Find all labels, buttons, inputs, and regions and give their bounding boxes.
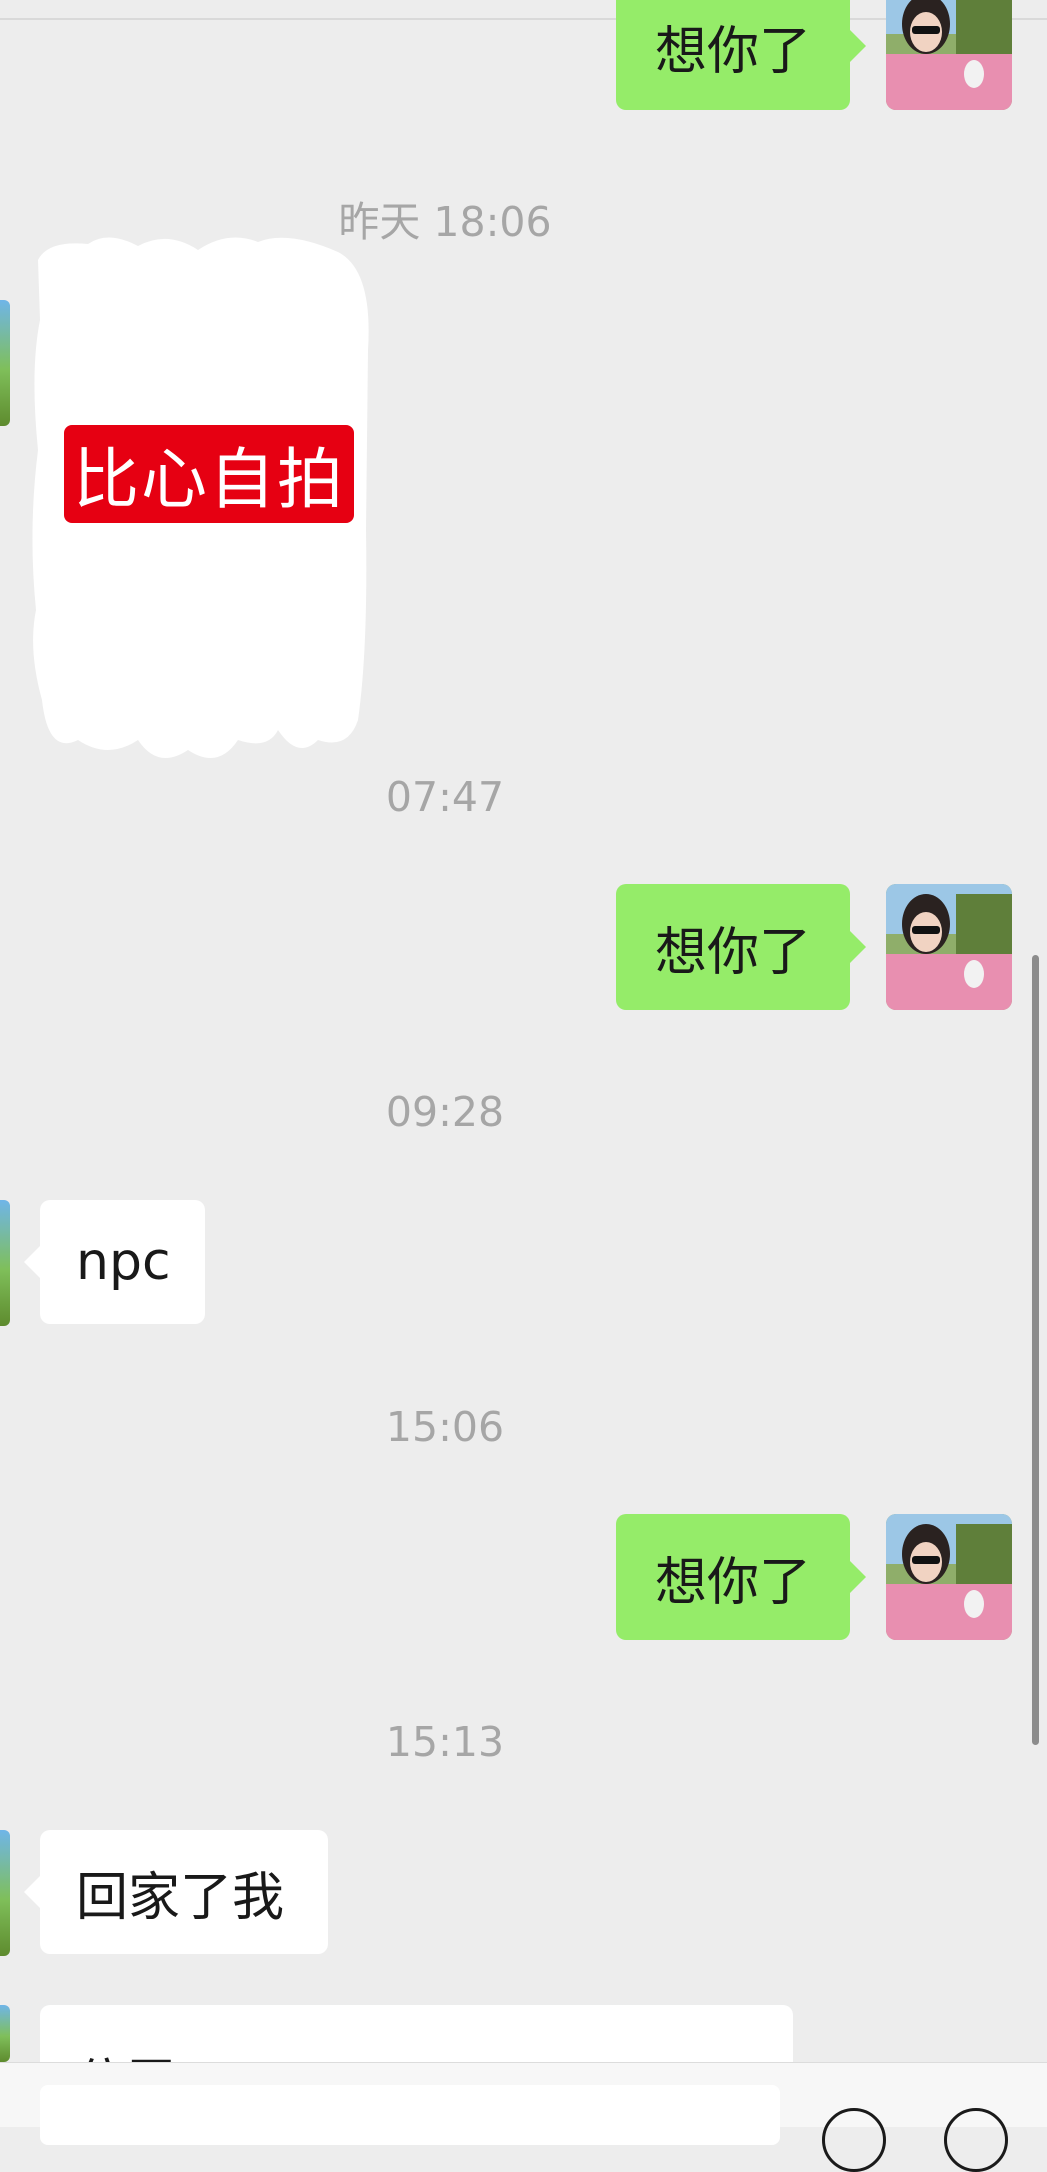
message-bubble-sent[interactable]: 想你了 <box>616 884 850 1010</box>
avatar-image <box>886 1514 1012 1640</box>
message-input[interactable] <box>40 2085 780 2145</box>
message-text: npc <box>76 1232 171 1292</box>
avatar-other[interactable] <box>0 300 10 426</box>
timestamp: 15:13 <box>385 1718 505 1766</box>
timestamp: 09:28 <box>385 1088 505 1136</box>
scrollbar[interactable] <box>1032 955 1039 1745</box>
avatar-self[interactable] <box>886 0 1012 110</box>
avatar-other[interactable] <box>0 2005 10 2062</box>
sticker-label: 比心自拍 <box>64 425 354 523</box>
message-text: 想你了 <box>654 1552 811 1613</box>
bubble-tail <box>850 30 866 62</box>
timestamp: 07:47 <box>385 773 505 821</box>
message-text: 想你了 <box>654 21 811 82</box>
timestamp: 15:06 <box>385 1403 505 1451</box>
avatar-self[interactable] <box>886 1514 1012 1640</box>
message-bubble-received[interactable]: npc <box>40 1200 205 1324</box>
bubble-tail <box>850 931 866 963</box>
bubble-tail <box>24 1246 40 1278</box>
add-icon[interactable] <box>944 2108 1008 2172</box>
avatar-image <box>886 884 1012 1010</box>
avatar-image <box>886 0 1012 110</box>
bubble-tail <box>850 1561 866 1593</box>
message-bubble-received[interactable]: 回家了我 <box>40 1830 328 1954</box>
message-text: 回家了我 <box>76 1867 285 1928</box>
avatar-other[interactable] <box>0 1200 10 1326</box>
message-text: 想你了 <box>654 922 811 983</box>
avatar-other[interactable] <box>0 1830 10 1956</box>
avatar-self[interactable] <box>886 884 1012 1010</box>
message-bubble-sent[interactable]: 想你了 <box>616 0 850 110</box>
emoji-icon[interactable] <box>822 2108 886 2172</box>
bubble-tail <box>24 1876 40 1908</box>
message-bubble-sent[interactable]: 想你了 <box>616 1514 850 1640</box>
